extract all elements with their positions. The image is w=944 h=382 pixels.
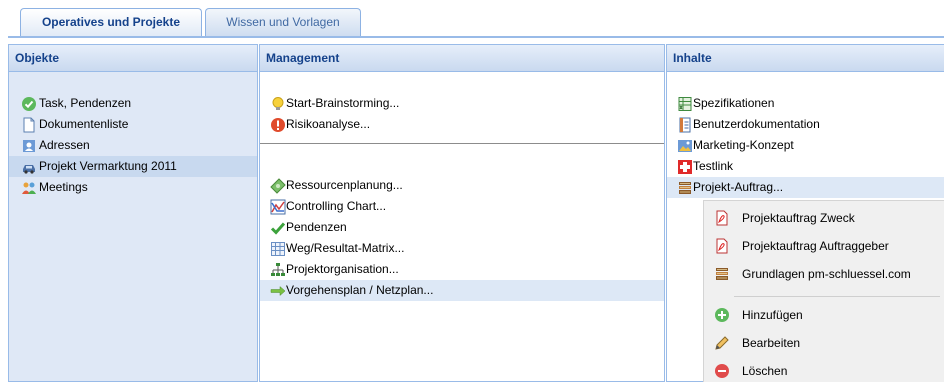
objekte-panel: Objekte Task, Pendenzen Dokumentenliste … [8,44,258,382]
management-item-projektorganisation[interactable]: Projektorganisation... [260,259,664,280]
inhalte-list: Spezifikationen Benutzerdokumentation Ma… [667,93,944,198]
inhalte-item-label: Projekt-Auftrag... [693,180,784,194]
warning-circle-icon [271,118,285,132]
inhalte-panel-title: Inhalte [667,45,944,72]
objekte-item-projekt-vermarktung-2011[interactable]: Projekt Vermarktung 2011 [9,156,257,177]
management-item-weg-resultat-matrix[interactable]: Weg/Resultat-Matrix... [260,238,664,259]
inhalte-item-testlink[interactable]: Testlink [667,156,944,177]
check-circle-icon [22,97,36,111]
objekte-item-label: Adressen [39,138,90,152]
inhalte-item-label: Testlink [693,159,734,173]
add-icon [715,308,729,322]
menu-item-label: Projektauftrag Auftraggeber [742,239,889,253]
menu-item-hinzufuegen[interactable]: Hinzufügen [704,302,944,328]
inhalte-item-label: Spezifikationen [693,96,775,110]
objekte-item-label: Meetings [39,180,88,194]
management-item-risikoanalyse[interactable]: Risikoanalyse... [260,114,664,135]
management-item-label: Projektorganisation... [286,262,399,276]
menu-item-label: Hinzufügen [742,308,803,322]
management-item-label: Pendenzen [286,220,347,234]
management-panel-title: Management [260,45,664,72]
objekte-item-label: Projekt Vermarktung 2011 [39,159,177,173]
objekte-panel-title: Objekte [9,45,257,72]
inhalte-item-projekt-auftrag[interactable]: Projekt-Auftrag... [667,177,944,198]
management-item-pendenzen[interactable]: Pendenzen [260,217,664,238]
objekte-item-label: Task, Pendenzen [39,96,132,110]
management-divider [260,143,664,144]
document-icon [23,117,35,133]
org-chart-icon [271,263,285,276]
table-icon [271,242,285,256]
delete-icon [715,364,729,378]
menu-item-label: Grundlagen pm-schluessel.com [742,267,911,281]
chart-icon [270,199,286,215]
pdf-icon [716,210,728,226]
image-doc-icon [678,140,692,152]
menu-item-loeschen[interactable]: Löschen [704,358,944,382]
management-item-label: Start-Brainstorming... [286,96,400,110]
menu-separator [734,296,940,297]
edit-icon [715,336,729,350]
management-item-label: Risikoanalyse... [286,117,371,131]
management-item-start-brainstorming[interactable]: Start-Brainstorming... [260,93,664,114]
menu-item-label: Löschen [742,364,788,378]
address-book-icon [23,140,35,152]
management-item-label: Weg/Resultat-Matrix... [286,241,405,255]
menu-item-label: Projektauftrag Zweck [742,211,855,225]
management-list-lower: Ressourcenplanung... Controlling Chart..… [260,175,664,301]
management-panel: Management Start-Brainstorming... Risiko… [259,44,665,382]
menu-item-projektauftrag-zweck[interactable]: Projektauftrag Zweck [704,205,944,231]
management-item-vorgehensplan-netzplan[interactable]: Vorgehensplan / Netzplan... [260,280,664,301]
objekte-item-label: Dokumentenliste [39,117,129,131]
management-item-label: Controlling Chart... [286,199,387,213]
car-icon [23,165,35,174]
management-item-label: Vorgehensplan / Netzplan... [286,283,434,297]
people-icon [22,182,36,194]
management-item-ressourcenplanung[interactable]: Ressourcenplanung... [260,175,664,196]
objekte-item-meetings[interactable]: Meetings [9,177,257,198]
management-item-label: Ressourcenplanung... [286,178,403,192]
menu-item-grundlagen-pm-schluessel[interactable]: Grundlagen pm-schluessel.com [704,261,944,287]
tab-strip-underline [8,36,944,38]
text-doc-icon [679,117,691,133]
objekte-item-task-pendenzen[interactable]: Task, Pendenzen [9,93,257,114]
inhalte-item-label: Benutzerdokumentation [693,117,820,131]
spreadsheet-icon [678,97,692,111]
books-icon [679,182,691,194]
tab-strip: Operatives und Projekte Wissen und Vorla… [0,0,944,38]
arrow-right-icon [270,285,286,297]
management-list-upper: Start-Brainstorming... Risikoanalyse... [260,93,664,135]
menu-item-projektauftrag-auftraggeber[interactable]: Projektauftrag Auftraggeber [704,233,944,259]
pdf-icon [716,238,728,254]
inhalte-item-label: Marketing-Konzept [693,138,794,152]
objekte-item-adressen[interactable]: Adressen [9,135,257,156]
checkmark-icon [270,222,286,235]
books-icon [716,268,728,280]
objekte-list: Task, Pendenzen Dokumentenliste Adressen… [9,93,257,198]
red-cross-icon [678,160,692,174]
money-icon [270,178,286,194]
menu-item-bearbeiten[interactable]: Bearbeiten [704,330,944,356]
tab-operatives-und-projekte[interactable]: Operatives und Projekte [20,8,202,38]
management-item-controlling-chart[interactable]: Controlling Chart... [260,196,664,217]
inhalte-item-spezifikationen[interactable]: Spezifikationen [667,93,944,114]
inhalte-item-marketing-konzept[interactable]: Marketing-Konzept [667,135,944,156]
inhalte-item-benutzerdokumentation[interactable]: Benutzerdokumentation [667,114,944,135]
tab-wissen-und-vorlagen[interactable]: Wissen und Vorlagen [205,8,361,37]
lightbulb-icon [272,97,284,110]
menu-item-label: Bearbeiten [742,336,801,350]
context-menu: Projektauftrag Zweck Projektauftrag Auft… [703,200,944,382]
objekte-item-dokumentenliste[interactable]: Dokumentenliste [9,114,257,135]
